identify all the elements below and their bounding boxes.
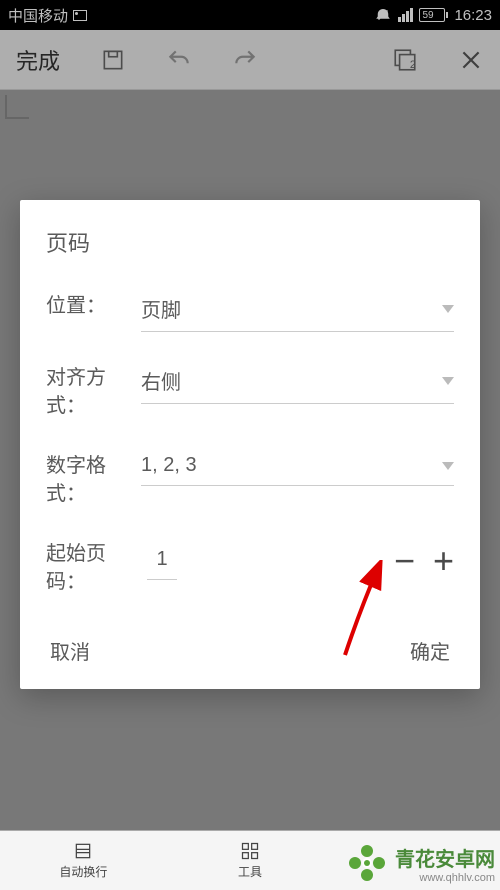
page-number-dialog: 页码 位置： 页脚 对齐方式： 右侧 数字格式： 1, 2, 3 起始页码： 1… [20,200,480,689]
increment-button[interactable]: + [433,543,454,579]
nav-autowrap[interactable]: 自动换行 [0,831,167,890]
decrement-button[interactable]: − [394,543,415,579]
start-page-row: 起始页码： 1 − + [46,536,454,596]
watermark: 青花安卓网 www.qhhlv.com [345,841,495,885]
nav-autowrap-label: 自动换行 [59,863,107,880]
dialog-title: 页码 [46,226,454,258]
position-row: 位置： 页脚 [46,288,454,332]
nav-tools-label: 工具 [238,863,262,880]
tools-icon [240,841,260,861]
chevron-down-icon [442,462,454,470]
align-dropdown[interactable]: 右侧 [141,360,454,404]
ok-button[interactable]: 确定 [406,630,454,671]
position-label: 位置： [46,288,141,320]
format-row: 数字格式： 1, 2, 3 [46,448,454,508]
autowrap-icon [73,841,93,861]
watermark-name: 青花安卓网 [395,843,495,872]
format-label: 数字格式： [46,448,141,508]
align-label: 对齐方式： [46,360,141,420]
chevron-down-icon [442,305,454,313]
format-value: 1, 2, 3 [141,454,197,477]
watermark-url: www.qhhlv.com [419,872,495,884]
align-row: 对齐方式： 右侧 [46,360,454,420]
watermark-logo-icon [345,841,389,885]
start-page-value[interactable]: 1 [147,542,177,580]
start-label: 起始页码： [46,536,141,596]
position-dropdown[interactable]: 页脚 [141,288,454,332]
format-dropdown[interactable]: 1, 2, 3 [141,448,454,486]
nav-tools[interactable]: 工具 [167,831,334,890]
position-value: 页脚 [141,294,181,323]
chevron-down-icon [442,377,454,385]
align-value: 右侧 [141,366,181,395]
cancel-button[interactable]: 取消 [46,630,94,671]
